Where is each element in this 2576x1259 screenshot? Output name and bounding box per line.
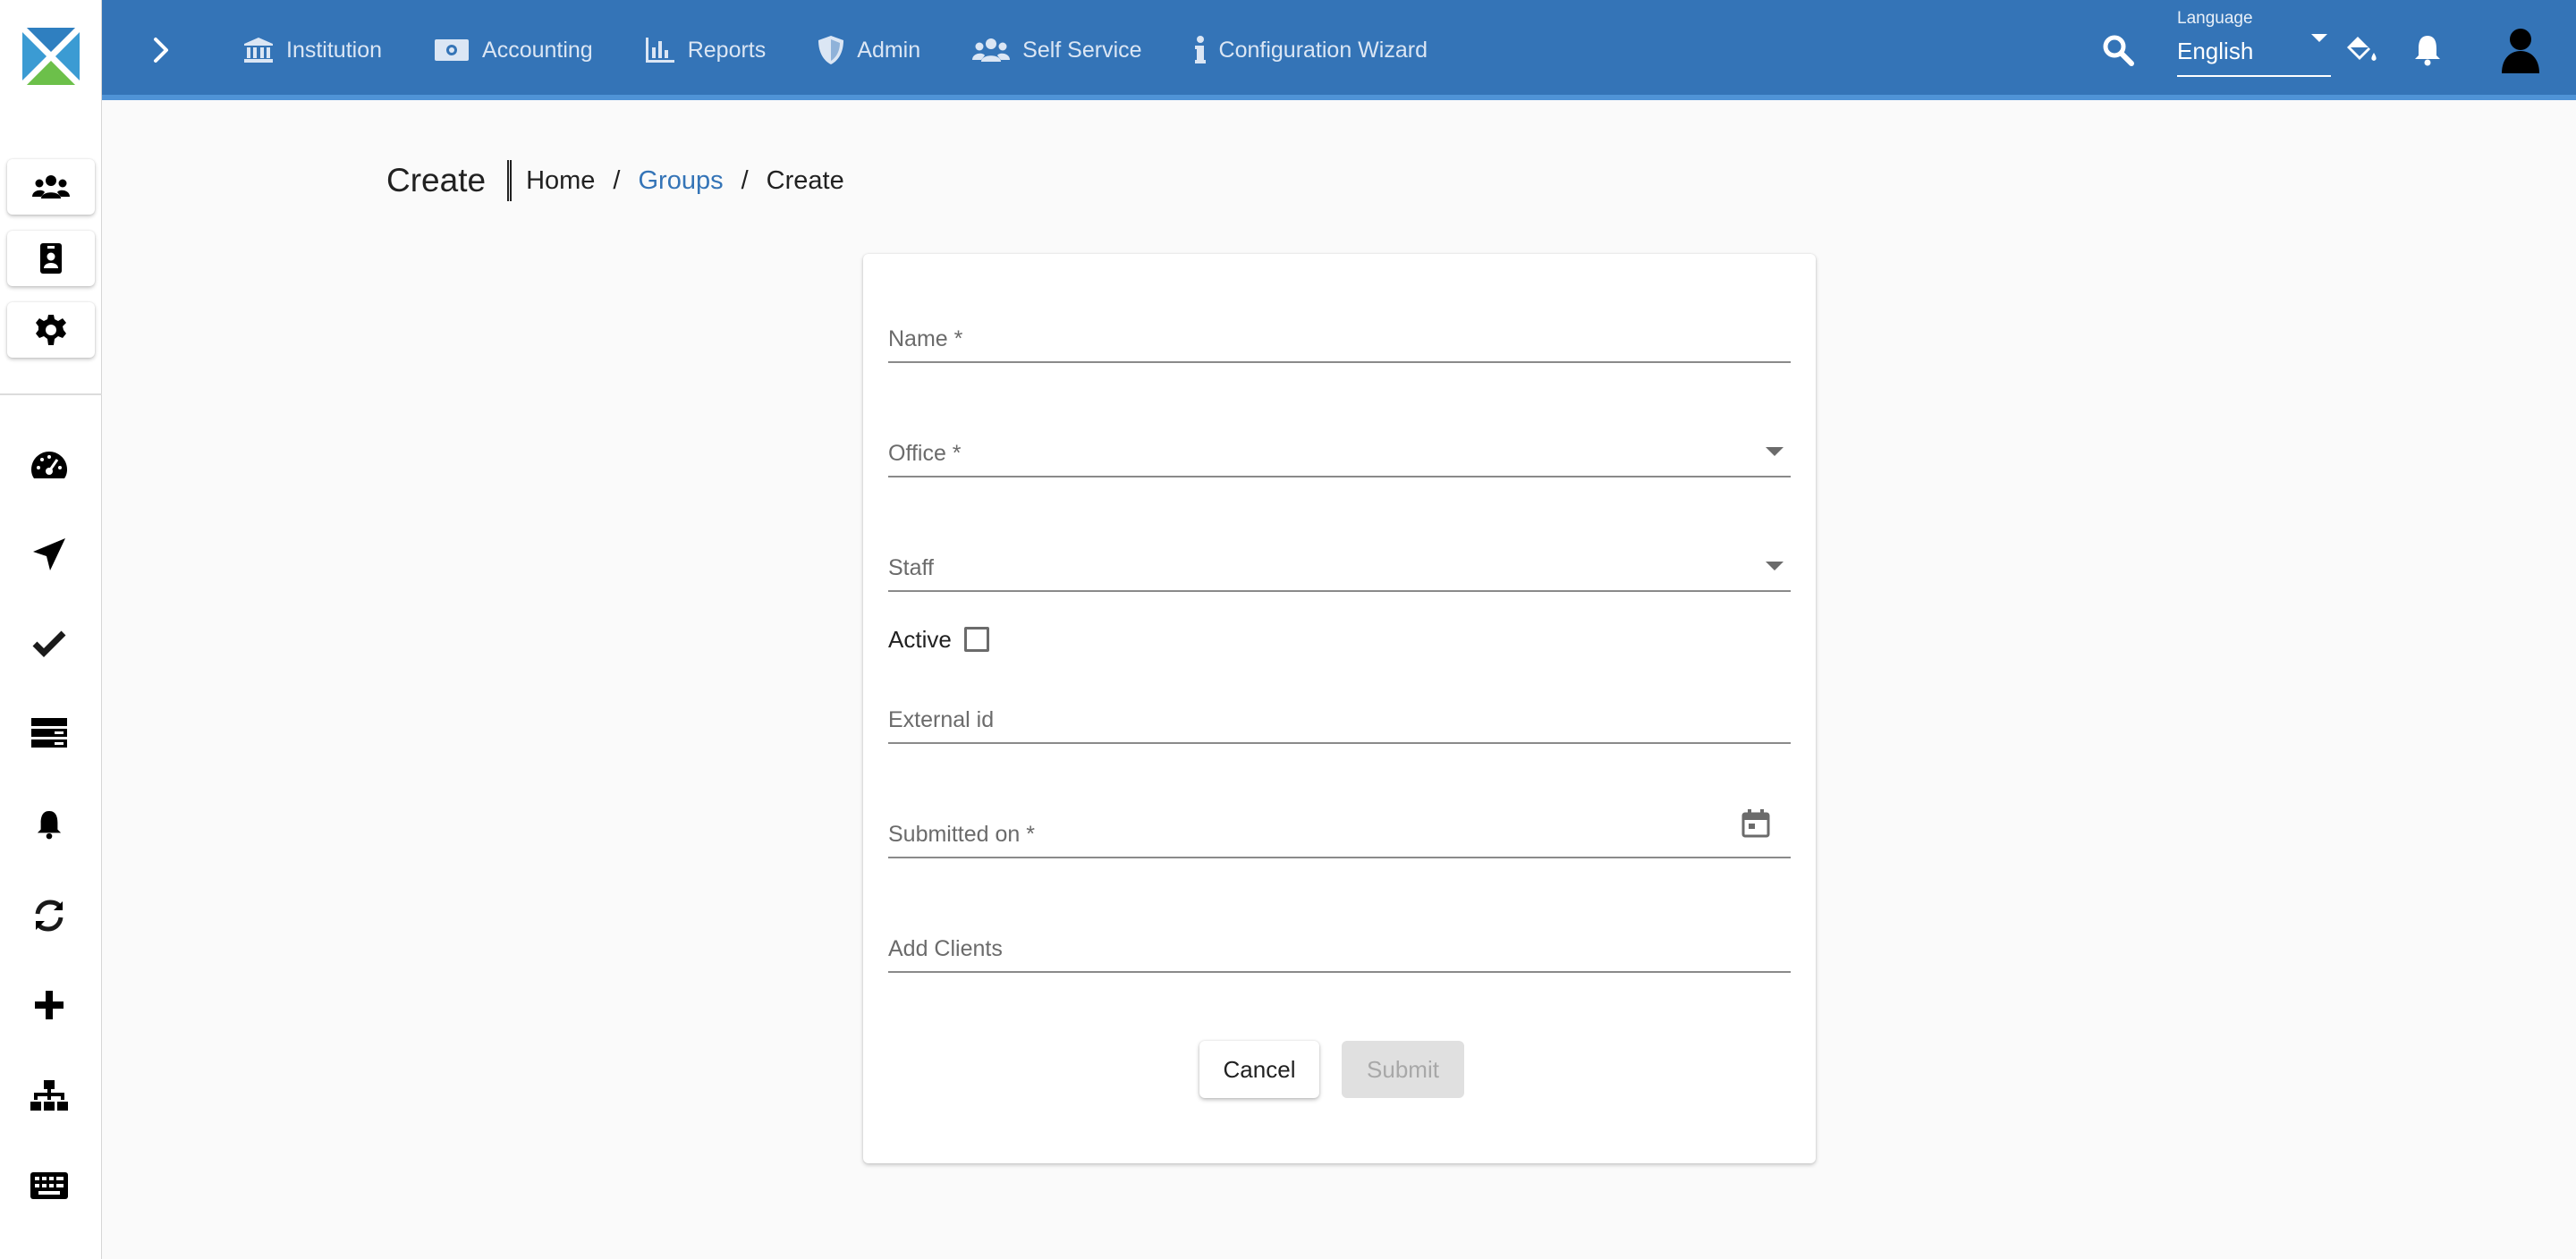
sidebar-item-settings[interactable] [7,302,95,358]
paper-plane-icon [33,538,65,570]
id-badge-icon [40,243,62,274]
logo-icon [20,26,81,87]
breadcrumb: Home / Groups / Create [526,166,844,196]
calendar-icon[interactable] [1741,808,1771,839]
nav-configuration-wizard-label: Configuration Wizard [1218,37,1428,63]
breadcrumb-separator: / [741,165,749,195]
sidebar-item-tasks[interactable] [24,710,74,756]
active-label: Active [888,625,952,653]
chevron-right-icon [154,38,168,63]
staff-select-label: Staff [888,555,934,580]
submitted-on-label: Submitted on * [888,822,1035,847]
sidebar-item-refresh[interactable] [24,892,74,939]
users-icon [32,175,70,199]
sidebar-item-dashboard[interactable] [24,442,74,488]
sidebar-item-create[interactable] [24,982,74,1028]
language-label: Language [2177,9,2253,28]
caret-down-icon [1766,562,1784,570]
institution-icon [244,38,273,63]
office-select-label: Office * [888,441,962,466]
sidebar-item-organization[interactable] [24,1073,74,1120]
external-id-field[interactable]: External id [888,690,1791,744]
external-id-label: External id [888,707,995,732]
sidebar-item-groups[interactable] [7,159,95,215]
nav-reports-label: Reports [687,37,767,63]
user-avatar-icon [2502,29,2539,73]
top-toolbar: Institution Accounting Reports Admin Sel… [0,0,2576,100]
keyboard-icon [30,1172,68,1199]
nav-accounting-label: Accounting [482,37,593,63]
breadcrumb-separator: / [613,165,621,195]
add-clients-field[interactable]: Add Clients [888,919,1791,973]
sidebar [0,113,102,1259]
check-icon [32,630,66,657]
name-field-label: Name * [888,326,963,351]
bell-icon [37,811,62,840]
submit-button[interactable]: Submit [1342,1041,1464,1098]
breadcrumb-current: Create [766,165,844,195]
create-group-form: Name * Office * Staff Active External id… [863,254,1816,1163]
active-checkbox[interactable] [963,627,989,652]
search-button[interactable] [2098,30,2138,70]
sidebar-item-notifications[interactable] [24,801,74,848]
search-icon [2103,35,2134,66]
nav-admin[interactable]: Admin [818,35,920,65]
info-icon [1194,36,1206,63]
profile-button[interactable] [2496,29,2546,73]
caret-down-icon [1766,447,1784,456]
nav-institution-label: Institution [286,37,383,63]
sidebar-item-navigation[interactable] [24,531,74,578]
app-logo[interactable] [0,0,102,113]
theme-button[interactable] [2340,29,2383,72]
expand-sidebar-button[interactable] [143,29,179,72]
staff-select[interactable]: Staff [888,538,1791,592]
shield-icon [818,36,844,64]
plus-icon [35,991,64,1019]
caret-down-icon [2311,34,2327,42]
heading-divider [507,160,513,201]
sidebar-item-checker-inbox[interactable] [24,621,74,667]
sidebar-divider [0,393,102,395]
nav-self-service[interactable]: Self Service [972,37,1142,63]
name-field[interactable]: Name * [888,309,1791,363]
users-icon [972,38,1011,62]
breadcrumb-home[interactable]: Home [526,166,595,196]
cancel-button[interactable]: Cancel [1199,1041,1319,1098]
notifications-button[interactable] [2406,29,2449,72]
main-nav: Institution Accounting Reports Admin Sel… [243,0,1428,100]
nav-self-service-label: Self Service [1022,37,1142,63]
sidebar-item-clients[interactable] [7,231,95,286]
add-clients-label: Add Clients [888,936,1003,961]
server-icon [31,718,67,748]
nav-institution[interactable]: Institution [243,37,382,63]
nav-accounting[interactable]: Accounting [434,38,593,63]
money-icon [435,39,470,61]
submitted-on-field[interactable]: Submitted on * [888,805,1791,858]
paint-bucket-icon [2347,37,2377,61]
nav-admin-label: Admin [857,37,921,63]
active-checkbox-row: Active [888,622,989,656]
nav-reports[interactable]: Reports [645,37,767,63]
chart-bar-icon [645,38,674,63]
dashboard-gauge-icon [31,452,67,478]
gear-icon [36,315,66,345]
sidebar-item-keyboard-shortcuts[interactable] [24,1162,74,1209]
page-title: Create [386,162,487,199]
language-value: English [2177,38,2254,64]
page-heading: Create Home / Groups / Create [386,157,844,204]
bell-icon [2415,36,2440,66]
language-select[interactable]: Language English [2177,9,2331,77]
breadcrumb-groups-link[interactable]: Groups [638,166,723,196]
sync-icon [35,900,64,932]
office-select[interactable]: Office * [888,424,1791,477]
sitemap-icon [30,1080,68,1111]
nav-configuration-wizard[interactable]: Configuration Wizard [1194,36,1428,64]
